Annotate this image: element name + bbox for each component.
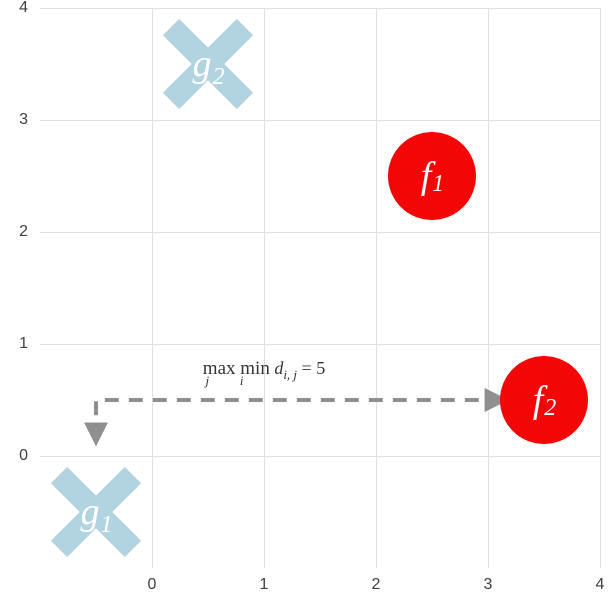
point-label: g1	[81, 493, 112, 531]
x-tick-label: 4	[596, 576, 605, 594]
y-tick-label: 4	[19, 0, 28, 17]
gridline-v	[600, 8, 601, 568]
y-tick-label: 2	[19, 223, 28, 241]
point-label: g2	[193, 45, 224, 83]
y-tick-label: 3	[19, 111, 28, 129]
plot-area: f1f2g1g2maxj mini di, j = 5	[40, 8, 600, 568]
x-tick-label: 3	[484, 576, 493, 594]
chart: f1f2g1g2maxj mini di, j = 5 0123401234	[0, 0, 610, 604]
maxmin-distance-annotation: maxj mini di, j = 5	[203, 358, 325, 380]
point-g-marker: g2	[160, 16, 256, 112]
point-label-sub: 2	[544, 395, 556, 422]
y-tick-label: 1	[19, 335, 28, 353]
x-tick-label: 2	[372, 576, 381, 594]
point-label-base: f	[533, 381, 544, 419]
point-f-marker: f1	[388, 132, 476, 220]
x-tick-label: 0	[148, 576, 157, 594]
y-tick-label: 0	[19, 447, 28, 465]
point-label-base: f	[421, 157, 432, 195]
x-tick-label: 1	[260, 576, 269, 594]
point-label-sub: 1	[432, 171, 444, 198]
point-f-marker: f2	[500, 356, 588, 444]
point-g-marker: g1	[48, 464, 144, 560]
